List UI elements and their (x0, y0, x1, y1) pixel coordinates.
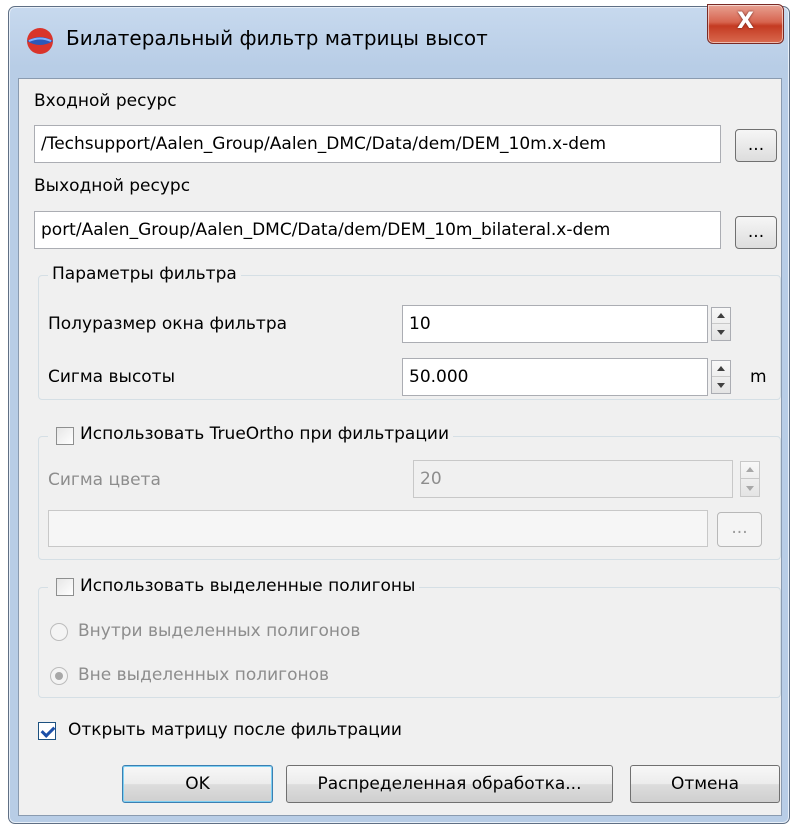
sigma-height-stepper[interactable] (711, 360, 731, 394)
stepper-down-arrow-icon[interactable] (712, 324, 730, 340)
outside-polygons-radio[interactable] (50, 667, 68, 685)
inside-polygons-label[interactable]: Внутри выделенных полигонов (78, 621, 360, 641)
input-browse-button[interactable]: ... (735, 129, 777, 162)
sigma-color-label: Сигма цвета (48, 470, 161, 490)
polygons-checkbox-label[interactable]: Использовать выделенные полигоны (48, 576, 420, 596)
distributed-processing-button[interactable]: Распределенная обработка... (286, 765, 613, 803)
app-globe-icon (27, 28, 53, 54)
half-window-stepper[interactable] (711, 307, 731, 341)
outside-polygons-label[interactable]: Вне выделенных полигонов (78, 665, 329, 685)
trueortho-browse-button[interactable]: ... (717, 512, 762, 547)
sigma-color-input[interactable]: 20 (413, 460, 733, 498)
output-resource-label: Выходной ресурс (34, 176, 191, 196)
input-resource-label: Входной ресурс (34, 91, 177, 111)
output-resource-field[interactable]: port/Aalen_Group/Aalen_DMC/Data/dem/DEM_… (34, 211, 721, 249)
sigma-height-input[interactable]: 50.000 (402, 358, 708, 396)
sigma-height-label: Сигма высоты (48, 367, 176, 387)
cancel-button[interactable]: Отмена (630, 765, 780, 803)
open-matrix-label[interactable]: Открыть матрицу после фильтрации (68, 720, 402, 740)
dialog-title: Билатеральный фильтр матрицы высот (66, 26, 488, 50)
filter-params-legend: Параметры фильтра (48, 264, 241, 284)
close-button[interactable]: X (707, 4, 784, 44)
stepper-up-arrow-icon[interactable] (741, 462, 759, 479)
open-matrix-checkbox[interactable] (38, 722, 56, 740)
half-window-label: Полуразмер окна фильтра (48, 314, 288, 334)
sigma-height-unit: m (750, 367, 767, 387)
output-browse-button[interactable]: ... (735, 216, 777, 249)
polygons-checkbox[interactable] (56, 578, 74, 596)
input-resource-field[interactable]: /Techsupport/Aalen_Group/Aalen_DMC/Data/… (34, 125, 721, 163)
stepper-up-arrow-icon[interactable] (712, 361, 730, 377)
stepper-down-arrow-icon[interactable] (741, 479, 759, 496)
stepper-up-arrow-icon[interactable] (712, 308, 730, 324)
trueortho-path-field[interactable] (48, 510, 708, 547)
sigma-color-stepper[interactable] (740, 461, 760, 497)
close-icon: X (737, 9, 754, 34)
trueortho-checkbox[interactable] (56, 427, 74, 445)
trueortho-checkbox-label[interactable]: Использовать TrueOrtho при фильтрации (48, 424, 453, 444)
stepper-down-arrow-icon[interactable] (712, 377, 730, 393)
inside-polygons-radio[interactable] (50, 623, 68, 641)
ok-button[interactable]: OK (122, 765, 273, 803)
half-window-input[interactable]: 10 (402, 305, 708, 343)
